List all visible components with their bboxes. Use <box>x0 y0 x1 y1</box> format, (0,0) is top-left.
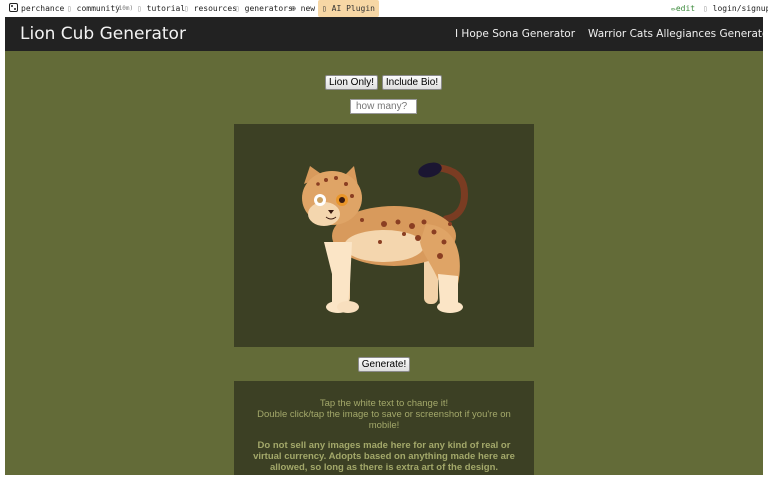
resources-icon: ▯ <box>184 4 194 13</box>
plus-circle-icon: ⊕ <box>291 4 301 13</box>
lion-image-panel[interactable] <box>234 124 534 347</box>
chat-icon: ▯ <box>67 4 77 13</box>
generator-frame: Lion Cub Generator I Hope Sona Generator… <box>5 17 763 475</box>
new-label: new <box>300 4 316 13</box>
generators-label: generators <box>244 4 293 13</box>
new-link[interactable]: ⊕ new <box>291 0 315 17</box>
perchance-topbar: perchance ▯ community (10m) ▯ tutorial ▯… <box>0 0 768 17</box>
nav-link-warrior-cats[interactable]: Warrior Cats Allegiances Generator <box>588 17 763 51</box>
nav-link-sona-generator[interactable]: I Hope Sona Generator <box>455 17 575 51</box>
ai-plugin-label: AI Plugin <box>331 4 375 13</box>
generators-icon: ▯ <box>235 4 245 13</box>
community-label: community <box>76 4 120 13</box>
include-bio-button[interactable]: Include Bio! <box>382 75 442 90</box>
edit-link[interactable]: ✏edit <box>671 0 695 17</box>
login-label: login/signup <box>712 4 768 13</box>
community-count: (10m) <box>115 5 134 12</box>
lion-cub-image[interactable] <box>234 124 534 347</box>
lion-only-button[interactable]: Lion Only! <box>325 75 378 90</box>
edit-label: edit <box>675 4 696 13</box>
info-save-text: Double click/tap the image to save or sc… <box>257 409 511 431</box>
perchance-brand-label: perchance <box>21 4 65 13</box>
resources-label: resources <box>193 4 237 13</box>
resources-link[interactable]: ▯ resources <box>184 0 237 17</box>
login-link[interactable]: ▯ login/signup <box>703 0 768 17</box>
dice-icon <box>9 3 18 12</box>
count-input[interactable]: how many? <box>350 99 417 114</box>
generators-link[interactable]: ▯ generators <box>235 0 293 17</box>
info-tap-text[interactable]: Tap the white text to change it! <box>252 398 516 409</box>
ai-plugin-link[interactable]: ▯ AI Plugin <box>318 0 379 17</box>
plugin-icon: ▯ <box>322 4 332 13</box>
tutorial-label: tutorial <box>146 4 186 13</box>
perchance-home-link[interactable]: perchance <box>9 0 64 17</box>
info-panel: Tap the white text to change it! Double … <box>234 381 534 475</box>
tutorial-link[interactable]: ▯ tutorial <box>137 0 185 17</box>
info-notice-text: Do not sell any images made here for any… <box>253 440 515 473</box>
generate-button[interactable]: Generate! <box>358 357 410 372</box>
book-icon: ▯ <box>137 4 147 13</box>
community-link[interactable]: ▯ community <box>67 0 120 17</box>
user-icon: ▯ <box>703 4 713 13</box>
site-header: Lion Cub Generator I Hope Sona Generator… <box>5 17 763 51</box>
page-title: Lion Cub Generator <box>20 24 186 44</box>
